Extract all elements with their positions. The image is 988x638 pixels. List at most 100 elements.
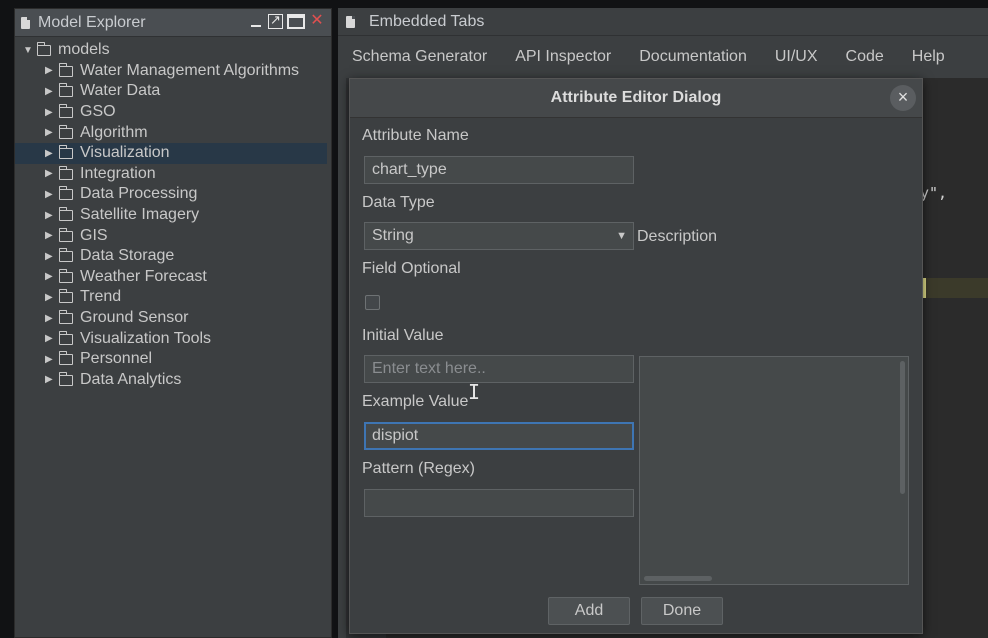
tree-item[interactable]: ▶ Ground Sensor [15,308,331,329]
tree-item-label: GIS [80,226,108,244]
model-explorer-title: Model Explorer [38,13,146,31]
tree-item[interactable]: ▶ Algorithm [15,122,331,143]
folder-icon [59,83,73,98]
tree-item-label: Trend [80,288,122,306]
text-cursor-icon: I [468,380,481,404]
example-value-label: Example Value [362,393,469,410]
expand-arrow-icon[interactable]: ▶ [45,210,59,221]
data-type-value: String [372,227,414,244]
tree-item-label: Data Storage [80,247,175,265]
pattern-input[interactable] [364,489,634,517]
tab-api-inspector[interactable]: API Inspector [501,43,625,83]
folder-icon [59,104,73,119]
tree-item[interactable]: ▶ Weather Forecast [15,267,331,288]
tree-item[interactable]: ▶ Data Storage [15,246,331,267]
expand-arrow-icon[interactable]: ▶ [45,354,59,365]
dialog-close-icon[interactable]: × [890,85,916,111]
horizontal-scrollbar[interactable] [644,576,712,581]
minimize-icon[interactable] [248,13,264,29]
tab-schema-generator[interactable]: Schema Generator [338,43,501,83]
expand-arrow-icon[interactable]: ▶ [45,65,59,76]
tree-item[interactable]: ▶ Personnel [15,349,331,370]
expand-arrow-icon[interactable]: ▶ [45,251,59,262]
detach-icon[interactable] [268,12,283,29]
tab-help[interactable]: Help [898,43,959,83]
folder-icon [59,248,73,263]
expand-arrow-icon[interactable]: ▶ [45,86,59,97]
tree-item[interactable]: ▶ Data Analytics [15,370,331,391]
folder-icon [59,124,73,139]
pattern-label: Pattern (Regex) [362,460,475,477]
tree-item[interactable]: ▶ Integration [15,164,331,185]
example-value-input[interactable]: dispiot [364,422,634,450]
expand-arrow-icon[interactable]: ▶ [45,271,59,282]
folder-icon [37,42,51,57]
embedded-tabs-title: Embedded Tabs [369,12,485,30]
expand-arrow-icon[interactable]: ▶ [45,189,59,200]
tree-item-label: Integration [80,164,156,182]
vertical-scrollbar[interactable] [900,361,905,494]
folder-icon [59,186,73,201]
dialog-title: Attribute Editor Dialog [550,89,722,106]
folder-icon [59,207,73,222]
chevron-down-icon: ▼ [616,230,627,242]
tree-item[interactable]: ▶ Satellite Imagery [15,205,331,226]
folder-icon [59,371,73,386]
tree-item[interactable]: ▶ Trend [15,287,331,308]
document-icon [21,16,30,29]
folder-icon [59,330,73,345]
expand-arrow-icon[interactable]: ▶ [45,374,59,385]
tree-item-label: Data Analytics [80,370,182,388]
tree-item[interactable]: ▶ GSO [15,102,331,123]
tree-item[interactable]: ▶ Visualization [15,142,327,164]
tab-ui-ux[interactable]: UI/UX [761,43,832,83]
panel-window-controls: ✕ [248,12,325,29]
tree-item-label: Visualization [80,144,170,162]
initial-value-label: Initial Value [362,327,444,344]
add-button[interactable]: Add [548,597,630,625]
document-icon [346,15,355,28]
tab-documentation[interactable]: Documentation [625,43,761,83]
expand-arrow-icon[interactable]: ▶ [45,107,59,118]
tab-code[interactable]: Code [831,43,898,83]
field-optional-checkbox[interactable] [365,295,380,310]
tree-item[interactable]: ▶ Water Data [15,81,331,102]
tree-item-label: GSO [80,103,116,121]
expand-arrow-icon[interactable]: ▶ [45,292,59,303]
done-button[interactable]: Done [641,597,723,625]
tree-root-label: models [58,41,110,59]
attribute-editor-dialog: Attribute Editor Dialog × Attribute Name… [349,78,923,634]
tree-item-label: Satellite Imagery [80,206,200,224]
model-explorer-panel: Model Explorer ✕ ▼ models ▶ Water Managem… [14,8,332,638]
expand-arrow-icon[interactable]: ▶ [45,313,59,324]
field-optional-label: Field Optional [362,260,461,277]
expand-arrow-icon[interactable]: ▶ [45,230,59,241]
data-type-select[interactable]: String ▼ [364,222,634,250]
expand-arrow-icon[interactable]: ▶ [45,127,59,138]
close-icon[interactable]: ✕ [309,13,325,29]
data-type-label: Data Type [362,194,435,211]
expand-arrow-icon[interactable]: ▼ [23,45,37,56]
tree-item-label: Water Management Algorithms [80,61,300,79]
tree-item[interactable]: ▶ Data Processing [15,184,331,205]
model-tree: ▼ models ▶ Water Management Algorithms ▶ Wa… [15,37,331,390]
model-explorer-header: Model Explorer ✕ [15,9,331,37]
expand-arrow-icon[interactable]: ▶ [45,333,59,344]
tab-bar: Schema Generator API Inspector Documentati… [338,43,988,83]
description-textarea[interactable] [639,356,909,585]
expand-arrow-icon[interactable]: ▶ [45,148,59,159]
folder-icon [59,227,73,242]
tree-root[interactable]: ▼ models [15,40,331,61]
maximize-icon[interactable] [287,13,305,29]
code-fragment: y", [920,184,948,202]
expand-arrow-icon[interactable]: ▶ [45,168,59,179]
initial-value-input[interactable]: Enter text here.. [364,355,634,383]
folder-icon [59,62,73,77]
tree-item[interactable]: ▶ GIS [15,225,331,246]
attribute-name-input[interactable]: chart_type [364,156,634,184]
tree-item-label: Personnel [80,350,153,368]
tree-item[interactable]: ▶ Visualization Tools [15,328,331,349]
dialog-title-bar: Attribute Editor Dialog × [350,79,922,118]
folder-icon [59,165,73,180]
tree-item[interactable]: ▶ Water Management Algorithms [15,61,331,82]
